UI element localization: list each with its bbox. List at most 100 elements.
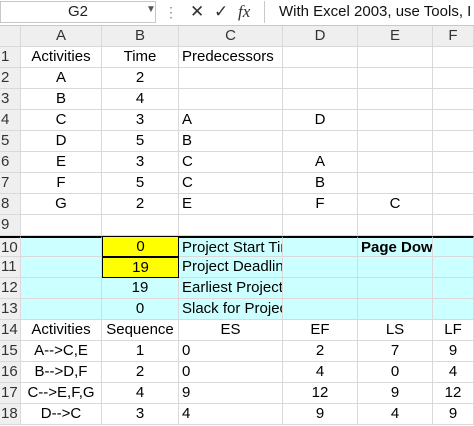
row-header-12[interactable]: 12 <box>0 278 21 299</box>
cell-c5[interactable]: B <box>179 131 283 152</box>
cell-a3[interactable]: B <box>21 89 102 110</box>
cancel-icon[interactable]: ✕ <box>190 2 204 22</box>
cell-c8[interactable]: E <box>179 194 283 215</box>
enter-icon[interactable]: ✓ <box>214 2 228 22</box>
cell-d2[interactable] <box>283 68 358 89</box>
cell-c15[interactable]: 0 <box>179 341 283 362</box>
cell-c10[interactable]: Project Start Time <box>179 236 283 257</box>
name-box[interactable]: G2 <box>0 1 156 23</box>
cell-a14[interactable]: Activities <box>21 320 102 341</box>
cell-c18[interactable]: 4 <box>179 404 283 425</box>
cell-c11[interactable]: Project Deadline <box>179 257 283 278</box>
cell-b11[interactable]: 19 <box>102 257 179 278</box>
column-header-b[interactable]: B <box>102 26 179 47</box>
cell-e17[interactable]: 9 <box>358 383 433 404</box>
cell-a4[interactable]: C <box>21 110 102 131</box>
row-header-17[interactable]: 17 <box>0 383 21 404</box>
cell-e10[interactable]: Page Down to see <box>358 236 433 257</box>
cell-c3[interactable] <box>179 89 283 110</box>
cell-f4[interactable] <box>433 110 474 131</box>
cell-b14[interactable]: Sequence <box>102 320 179 341</box>
cell-a9[interactable] <box>21 215 102 236</box>
cell-c6[interactable]: C <box>179 152 283 173</box>
cell-a12[interactable] <box>21 278 102 299</box>
cell-b4[interactable]: 3 <box>102 110 179 131</box>
cell-a18[interactable]: D-->C <box>21 404 102 425</box>
row-header-13[interactable]: 13 <box>0 299 21 320</box>
cell-e7[interactable] <box>358 173 433 194</box>
cell-b1[interactable]: Time <box>102 47 179 68</box>
row-header-7[interactable]: 7 <box>0 173 21 194</box>
cell-a11[interactable] <box>21 257 102 278</box>
cell-f1[interactable] <box>433 47 474 68</box>
cell-b17[interactable]: 4 <box>102 383 179 404</box>
cell-c13[interactable]: Slack for Project Completion Time <box>179 299 283 320</box>
cell-e13[interactable] <box>358 299 433 320</box>
row-header-9[interactable]: 9 <box>0 215 21 236</box>
cell-e3[interactable] <box>358 89 433 110</box>
row-header-10[interactable]: 10 <box>0 236 21 257</box>
cell-e11[interactable] <box>358 257 433 278</box>
cell-e14[interactable]: LS <box>358 320 433 341</box>
cell-e2[interactable] <box>358 68 433 89</box>
cell-f2[interactable] <box>433 68 474 89</box>
cell-c1[interactable]: Predecessors <box>179 47 283 68</box>
row-header-4[interactable]: 4 <box>0 110 21 131</box>
cell-e18[interactable]: 4 <box>358 404 433 425</box>
cell-a6[interactable]: E <box>21 152 102 173</box>
cell-e8[interactable]: C <box>358 194 433 215</box>
cell-a2[interactable]: A <box>21 68 102 89</box>
cell-a10[interactable] <box>21 236 102 257</box>
row-header-11[interactable]: 11 <box>0 257 21 278</box>
cell-e9[interactable] <box>358 215 433 236</box>
cell-b9[interactable] <box>102 215 179 236</box>
cell-f16[interactable]: 4 <box>433 362 474 383</box>
cell-f15[interactable]: 9 <box>433 341 474 362</box>
cell-b12[interactable]: 19 <box>102 278 179 299</box>
row-header-3[interactable]: 3 <box>0 89 21 110</box>
cell-e16[interactable]: 0 <box>358 362 433 383</box>
cell-d14[interactable]: EF <box>283 320 358 341</box>
cell-d16[interactable]: 4 <box>283 362 358 383</box>
column-header-e[interactable]: E <box>358 26 433 47</box>
cell-e5[interactable] <box>358 131 433 152</box>
cell-a7[interactable]: F <box>21 173 102 194</box>
cell-d15[interactable]: 2 <box>283 341 358 362</box>
cell-b6[interactable]: 3 <box>102 152 179 173</box>
cell-b8[interactable]: 2 <box>102 194 179 215</box>
cell-c14[interactable]: ES <box>179 320 283 341</box>
cell-d3[interactable] <box>283 89 358 110</box>
cell-f10[interactable] <box>433 236 474 257</box>
cell-d18[interactable]: 9 <box>283 404 358 425</box>
cell-d7[interactable]: B <box>283 173 358 194</box>
cell-c2[interactable] <box>179 68 283 89</box>
select-all-corner[interactable] <box>0 26 21 47</box>
column-header-c[interactable]: C <box>179 26 283 47</box>
cell-f18[interactable]: 9 <box>433 404 474 425</box>
cell-b7[interactable]: 5 <box>102 173 179 194</box>
cell-f12[interactable] <box>433 278 474 299</box>
cell-f13[interactable] <box>433 299 474 320</box>
cell-d11[interactable] <box>283 257 358 278</box>
row-header-6[interactable]: 6 <box>0 152 21 173</box>
cell-b18[interactable]: 3 <box>102 404 179 425</box>
cell-f7[interactable] <box>433 173 474 194</box>
cell-d12[interactable] <box>283 278 358 299</box>
cell-e12[interactable] <box>358 278 433 299</box>
cell-b15[interactable]: 1 <box>102 341 179 362</box>
cell-e1[interactable] <box>358 47 433 68</box>
row-header-15[interactable]: 15 <box>0 341 21 362</box>
cell-d8[interactable]: F <box>283 194 358 215</box>
row-header-1[interactable]: 1 <box>0 47 21 68</box>
cell-c17[interactable]: 9 <box>179 383 283 404</box>
cell-b13[interactable]: 0 <box>102 299 179 320</box>
row-header-14[interactable]: 14 <box>0 320 21 341</box>
cell-d5[interactable] <box>283 131 358 152</box>
cell-c7[interactable]: C <box>179 173 283 194</box>
cell-f17[interactable]: 12 <box>433 383 474 404</box>
cell-d1[interactable] <box>283 47 358 68</box>
formula-input[interactable]: With Excel 2003, use Tools, I <box>264 1 474 23</box>
cell-d17[interactable]: 12 <box>283 383 358 404</box>
cell-c12[interactable]: Earliest Project Completion Time <box>179 278 283 299</box>
cell-d6[interactable]: A <box>283 152 358 173</box>
